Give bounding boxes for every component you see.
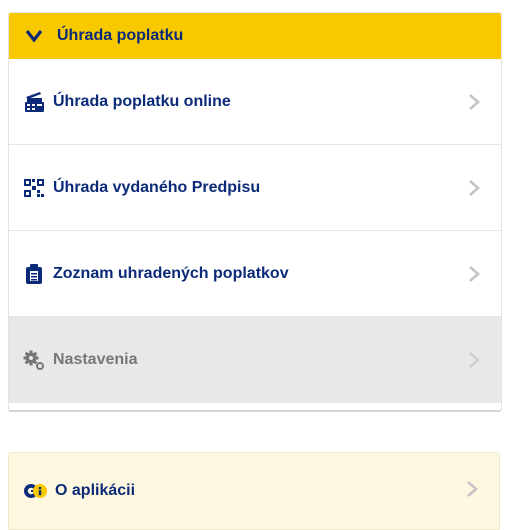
chevron-down-icon [25, 27, 43, 45]
about-app-label: O aplikácii [55, 482, 136, 499]
menu-item-paid-fees-list[interactable]: Zoznam uhradených poplatkov [9, 231, 501, 317]
chevron-right-icon [467, 93, 481, 111]
chevron-right-icon [467, 265, 481, 283]
chevron-right-icon [467, 351, 481, 369]
section-title: Úhrada poplatku [57, 27, 184, 44]
menu-item-online-payment[interactable]: Úhrada poplatku online [9, 59, 501, 145]
gears-icon [23, 349, 45, 371]
app-info-icon [23, 481, 49, 501]
section-header-toggle[interactable]: Úhrada poplatku [9, 13, 501, 59]
receipt-list-icon [23, 263, 45, 285]
chevron-right-icon [465, 480, 479, 503]
menu-item-label: Nastavenia [53, 351, 138, 368]
about-app-item[interactable]: O aplikácii [8, 452, 500, 530]
payment-terminal-icon [23, 91, 45, 113]
menu-item-label: Úhrada poplatku online [53, 92, 231, 110]
page: Úhrada poplatku Úhrada poplatku online Ú… [0, 0, 505, 530]
menu-item-issued-prescription[interactable]: Úhrada vydaného Predpisu [9, 145, 501, 231]
menu-item-label: Zoznam uhradených poplatkov [53, 264, 289, 282]
menu-item-settings[interactable]: Nastavenia [9, 317, 501, 403]
menu-item-label: Úhrada vydaného Predpisu [53, 178, 261, 196]
payment-menu-panel: Úhrada poplatku Úhrada poplatku online Ú… [8, 12, 502, 412]
chevron-right-icon [467, 179, 481, 197]
qr-code-icon [23, 177, 45, 199]
